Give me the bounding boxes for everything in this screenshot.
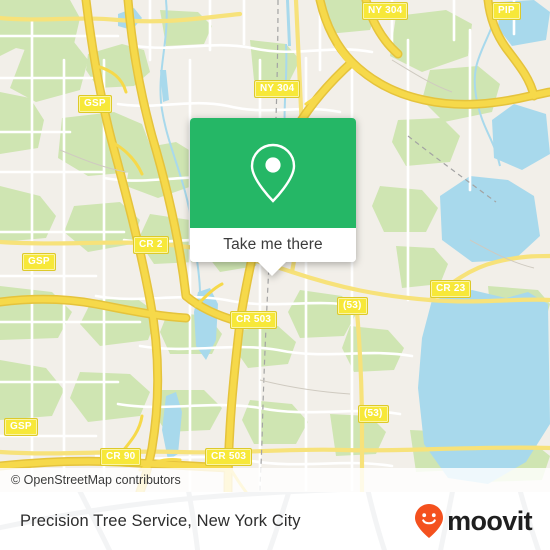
map-pin-icon <box>250 143 296 203</box>
road-shield: NY 304 <box>254 80 301 98</box>
road-shield: CR 503 <box>230 311 278 329</box>
callout-body: Take me there <box>190 118 356 262</box>
place-title: Precision Tree Service, New York City <box>20 511 301 530</box>
road-shield: CR 503 <box>205 448 253 466</box>
take-me-there-label: Take me there <box>223 236 323 253</box>
road-shield: CR 23 <box>430 280 472 298</box>
callout-icon-area <box>190 118 356 228</box>
road-shield: CR 90 <box>100 448 142 466</box>
footer-content: Precision Tree Service, New York City mo… <box>0 492 550 550</box>
road-shield: (53) <box>358 405 389 423</box>
map-canvas[interactable]: NY 304 PIP NY 304 GSP CR 2 GSP CR 503 (5… <box>0 0 550 492</box>
road-shield: (53) <box>337 297 368 315</box>
road-shield: GSP <box>22 253 56 271</box>
road-shield: CR 2 <box>133 236 169 254</box>
moovit-wordmark: moovit <box>447 505 533 536</box>
road-shield: PIP <box>492 2 521 20</box>
moovit-pin-smile-icon <box>415 504 444 538</box>
moovit-logo[interactable]: moovit <box>414 503 533 539</box>
road-shield: NY 304 <box>362 2 409 20</box>
map-attribution: © OpenStreetMap contributors <box>0 468 550 492</box>
road-shield: GSP <box>78 95 112 113</box>
callout-action-area[interactable]: Take me there <box>190 228 356 262</box>
moovit-place-map-card: NY 304 PIP NY 304 GSP CR 2 GSP CR 503 (5… <box>0 0 550 550</box>
footer-bar: Precision Tree Service, New York City mo… <box>0 492 550 550</box>
place-callout-card[interactable]: Take me there <box>190 118 356 276</box>
callout-tail-pointer <box>258 262 286 276</box>
road-shield: GSP <box>4 418 38 436</box>
